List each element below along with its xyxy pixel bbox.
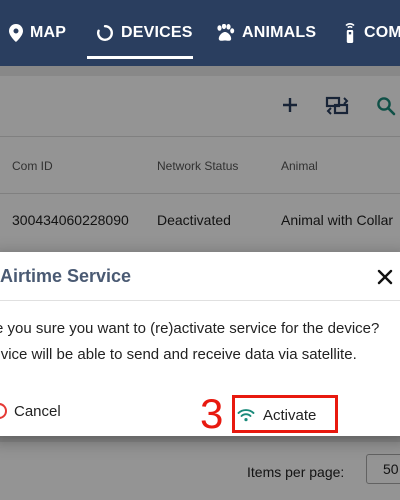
nav-item-animals[interactable]: ANIMALS (215, 0, 316, 66)
nav-label-com: COM (364, 24, 400, 41)
map-pin-icon (9, 24, 23, 42)
top-navigation: MAP DEVICES ANIMALS COM (0, 0, 400, 66)
cancel-button-label: Cancel (14, 402, 61, 420)
devices-circle-icon (97, 25, 113, 41)
cancel-button[interactable]: Cancel (0, 402, 61, 420)
dialog-divider (0, 300, 400, 301)
dialog-message-line-1: Are you sure you want to (re)activate se… (0, 320, 380, 337)
cancel-icon (0, 403, 7, 419)
nav-item-com[interactable]: COM (343, 0, 400, 66)
nav-item-map[interactable]: MAP (9, 0, 66, 66)
dialog-title: Airtime Service (0, 266, 132, 286)
dialog-message-line-2: The device will be able to send and rece… (0, 346, 357, 363)
step-highlight-box (232, 395, 338, 433)
active-tab-indicator (87, 56, 193, 59)
nav-label-animals: ANIMALS (242, 24, 317, 41)
remote-device-icon (345, 23, 355, 43)
paw-icon (217, 24, 235, 41)
nav-label-devices: DEVICES (121, 24, 193, 41)
step-number-label: 3 (200, 390, 224, 437)
close-icon[interactable] (374, 266, 396, 288)
nav-label-map: MAP (30, 24, 67, 41)
